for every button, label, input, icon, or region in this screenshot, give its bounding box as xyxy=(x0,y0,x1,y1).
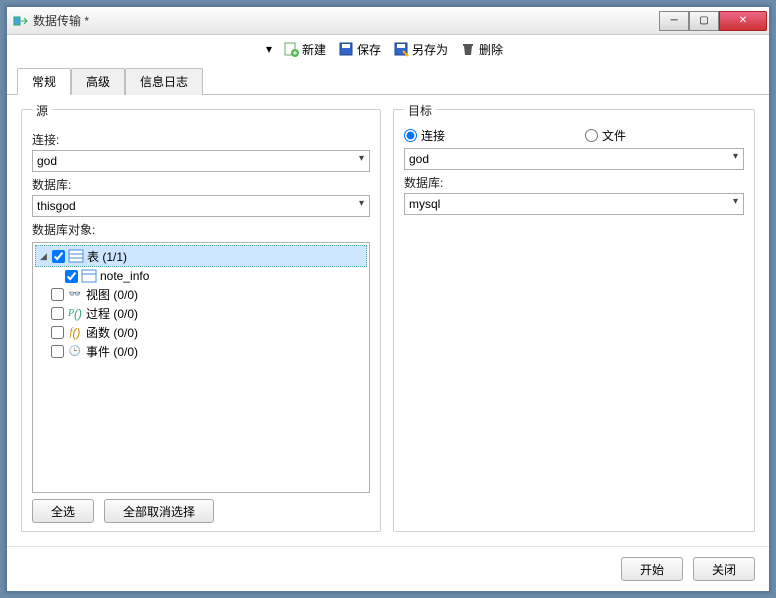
titlebar: 数据传输 * ─ ▢ ✕ xyxy=(7,7,769,35)
noteinfo-checkbox[interactable] xyxy=(65,270,78,283)
close-button[interactable]: ✕ xyxy=(719,11,767,31)
procs-checkbox[interactable] xyxy=(51,307,64,320)
radio-file-input[interactable] xyxy=(585,129,598,142)
trash-icon xyxy=(460,41,476,57)
tree-node-noteinfo[interactable]: note_info xyxy=(35,267,367,285)
tree-node-tables[interactable]: ◢ 表 (1/1) xyxy=(35,245,367,267)
procs-label: 过程 (0/0) xyxy=(86,305,138,322)
tables-checkbox[interactable] xyxy=(52,250,65,263)
new-icon xyxy=(283,41,299,57)
tree-node-views[interactable]: 👓 视图 (0/0) xyxy=(35,285,367,304)
radio-connection-label: 连接 xyxy=(421,127,445,144)
chevron-down-icon[interactable]: ▾ xyxy=(263,42,275,56)
saveas-button[interactable]: 另存为 xyxy=(389,39,452,60)
toolbar: ▾ 新建 保存 另存为 删除 xyxy=(7,35,769,63)
source-db-select[interactable]: thisgod xyxy=(32,195,370,217)
table-icon xyxy=(68,248,84,264)
source-objects-label: 数据库对象: xyxy=(32,221,370,238)
tree-node-funcs[interactable]: f() 函数 (0/0) xyxy=(35,323,367,342)
select-all-button[interactable]: 全选 xyxy=(32,499,94,523)
tab-general[interactable]: 常规 xyxy=(17,68,71,95)
delete-label: 删除 xyxy=(479,41,503,58)
save-icon xyxy=(338,41,354,57)
close-dialog-button[interactable]: 关闭 xyxy=(693,557,755,581)
event-icon: 🕒 xyxy=(67,344,83,360)
target-title: 目标 xyxy=(404,102,436,119)
objects-tree[interactable]: ◢ 表 (1/1) note_info 👓 视图 (0 xyxy=(32,242,370,493)
save-button[interactable]: 保存 xyxy=(334,39,385,60)
views-label: 视图 (0/0) xyxy=(86,286,138,303)
radio-connection[interactable]: 连接 xyxy=(404,127,445,144)
footer: 开始 关闭 xyxy=(7,546,769,591)
window-title: 数据传输 * xyxy=(33,12,659,29)
funcs-checkbox[interactable] xyxy=(51,326,64,339)
minimize-button[interactable]: ─ xyxy=(659,11,689,31)
tree-node-events[interactable]: 🕒 事件 (0/0) xyxy=(35,342,367,361)
maximize-button[interactable]: ▢ xyxy=(689,11,719,31)
new-button[interactable]: 新建 xyxy=(279,39,330,60)
source-conn-label: 连接: xyxy=(32,131,370,148)
source-db-label: 数据库: xyxy=(32,176,370,193)
source-title: 源 xyxy=(32,102,52,119)
radio-connection-input[interactable] xyxy=(404,129,417,142)
proc-icon: P() xyxy=(67,306,83,322)
radio-file-label: 文件 xyxy=(602,127,626,144)
app-icon xyxy=(13,13,29,29)
start-button[interactable]: 开始 xyxy=(621,557,683,581)
saveas-icon xyxy=(393,41,409,57)
target-pane: 目标 连接 文件 god 数据库: mysql xyxy=(393,109,755,532)
saveas-label: 另存为 xyxy=(412,41,448,58)
collapse-icon[interactable]: ◢ xyxy=(38,251,49,262)
source-pane: 源 连接: god 数据库: thisgod 数据库对象: ◢ 表 (1/1) xyxy=(21,109,381,532)
target-conn-select[interactable]: god xyxy=(404,148,744,170)
view-icon: 👓 xyxy=(67,287,83,303)
target-db-select[interactable]: mysql xyxy=(404,193,744,215)
window-buttons: ─ ▢ ✕ xyxy=(659,11,767,31)
dialog-window: 数据传输 * ─ ▢ ✕ ▾ 新建 保存 另存为 删除 常规 高级 信息日志 xyxy=(6,6,770,592)
tab-log[interactable]: 信息日志 xyxy=(125,68,203,95)
save-label: 保存 xyxy=(357,41,381,58)
target-db-label: 数据库: xyxy=(404,174,744,191)
table-icon xyxy=(81,268,97,284)
events-checkbox[interactable] xyxy=(51,345,64,358)
tabbar: 常规 高级 信息日志 xyxy=(7,63,769,95)
noteinfo-label: note_info xyxy=(100,269,149,283)
tab-advanced[interactable]: 高级 xyxy=(71,68,125,95)
events-label: 事件 (0/0) xyxy=(86,343,138,360)
new-label: 新建 xyxy=(302,41,326,58)
views-checkbox[interactable] xyxy=(51,288,64,301)
deselect-all-button[interactable]: 全部取消选择 xyxy=(104,499,214,523)
func-icon: f() xyxy=(67,325,83,341)
tables-label: 表 (1/1) xyxy=(87,248,127,265)
content-area: 源 连接: god 数据库: thisgod 数据库对象: ◢ 表 (1/1) xyxy=(7,95,769,546)
profile-combo[interactable] xyxy=(15,38,255,60)
radio-file[interactable]: 文件 xyxy=(585,127,626,144)
delete-button[interactable]: 删除 xyxy=(456,39,507,60)
source-conn-select[interactable]: god xyxy=(32,150,370,172)
tree-node-procs[interactable]: P() 过程 (0/0) xyxy=(35,304,367,323)
funcs-label: 函数 (0/0) xyxy=(86,324,138,341)
